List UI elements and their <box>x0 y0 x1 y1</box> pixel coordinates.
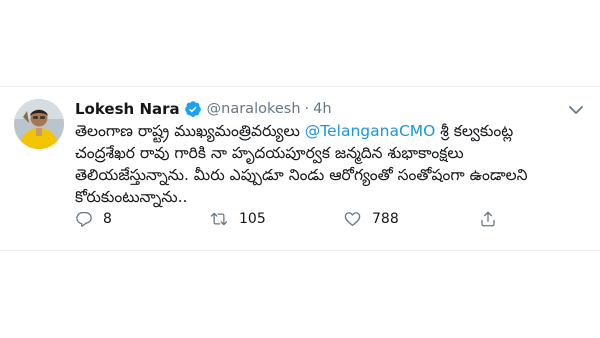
reply-icon <box>75 210 93 228</box>
reply-button[interactable]: 8 <box>75 206 112 232</box>
heart-icon <box>343 210 362 228</box>
chevron-down-icon[interactable] <box>566 102 586 118</box>
display-name[interactable]: Lokesh Nara <box>75 100 180 118</box>
retweet-icon <box>209 210 229 228</box>
tweet-text-part: తెలంగాణ రాష్ట్ర ముఖ్యమంత్రివర్యులు <box>75 122 305 140</box>
verified-badge-icon <box>184 100 202 118</box>
timestamp[interactable]: 4h <box>313 101 331 117</box>
separator-dot: · <box>304 101 310 117</box>
retweet-button[interactable]: 105 <box>209 206 266 232</box>
reply-count: 8 <box>103 211 112 227</box>
bottom-divider <box>0 250 600 251</box>
tweet-actions: 8 105 788 <box>75 206 515 232</box>
tweet-card: Lokesh Nara @naralokesh · 4h తెలంగాణ రాష… <box>0 0 600 338</box>
like-count: 788 <box>372 211 399 227</box>
share-icon <box>479 210 497 228</box>
top-divider <box>0 86 600 87</box>
like-button[interactable]: 788 <box>343 206 399 232</box>
tweet-header: Lokesh Nara @naralokesh · 4h <box>75 99 332 119</box>
mention-link[interactable]: @TelanganaCMO <box>305 122 436 140</box>
avatar[interactable] <box>14 99 64 149</box>
user-handle[interactable]: @naralokesh <box>207 101 301 117</box>
tweet-text: తెలంగాణ రాష్ట్ర ముఖ్యమంత్రివర్యులు @Tela… <box>75 120 575 208</box>
share-button[interactable] <box>479 206 497 232</box>
retweet-count: 105 <box>239 211 266 227</box>
